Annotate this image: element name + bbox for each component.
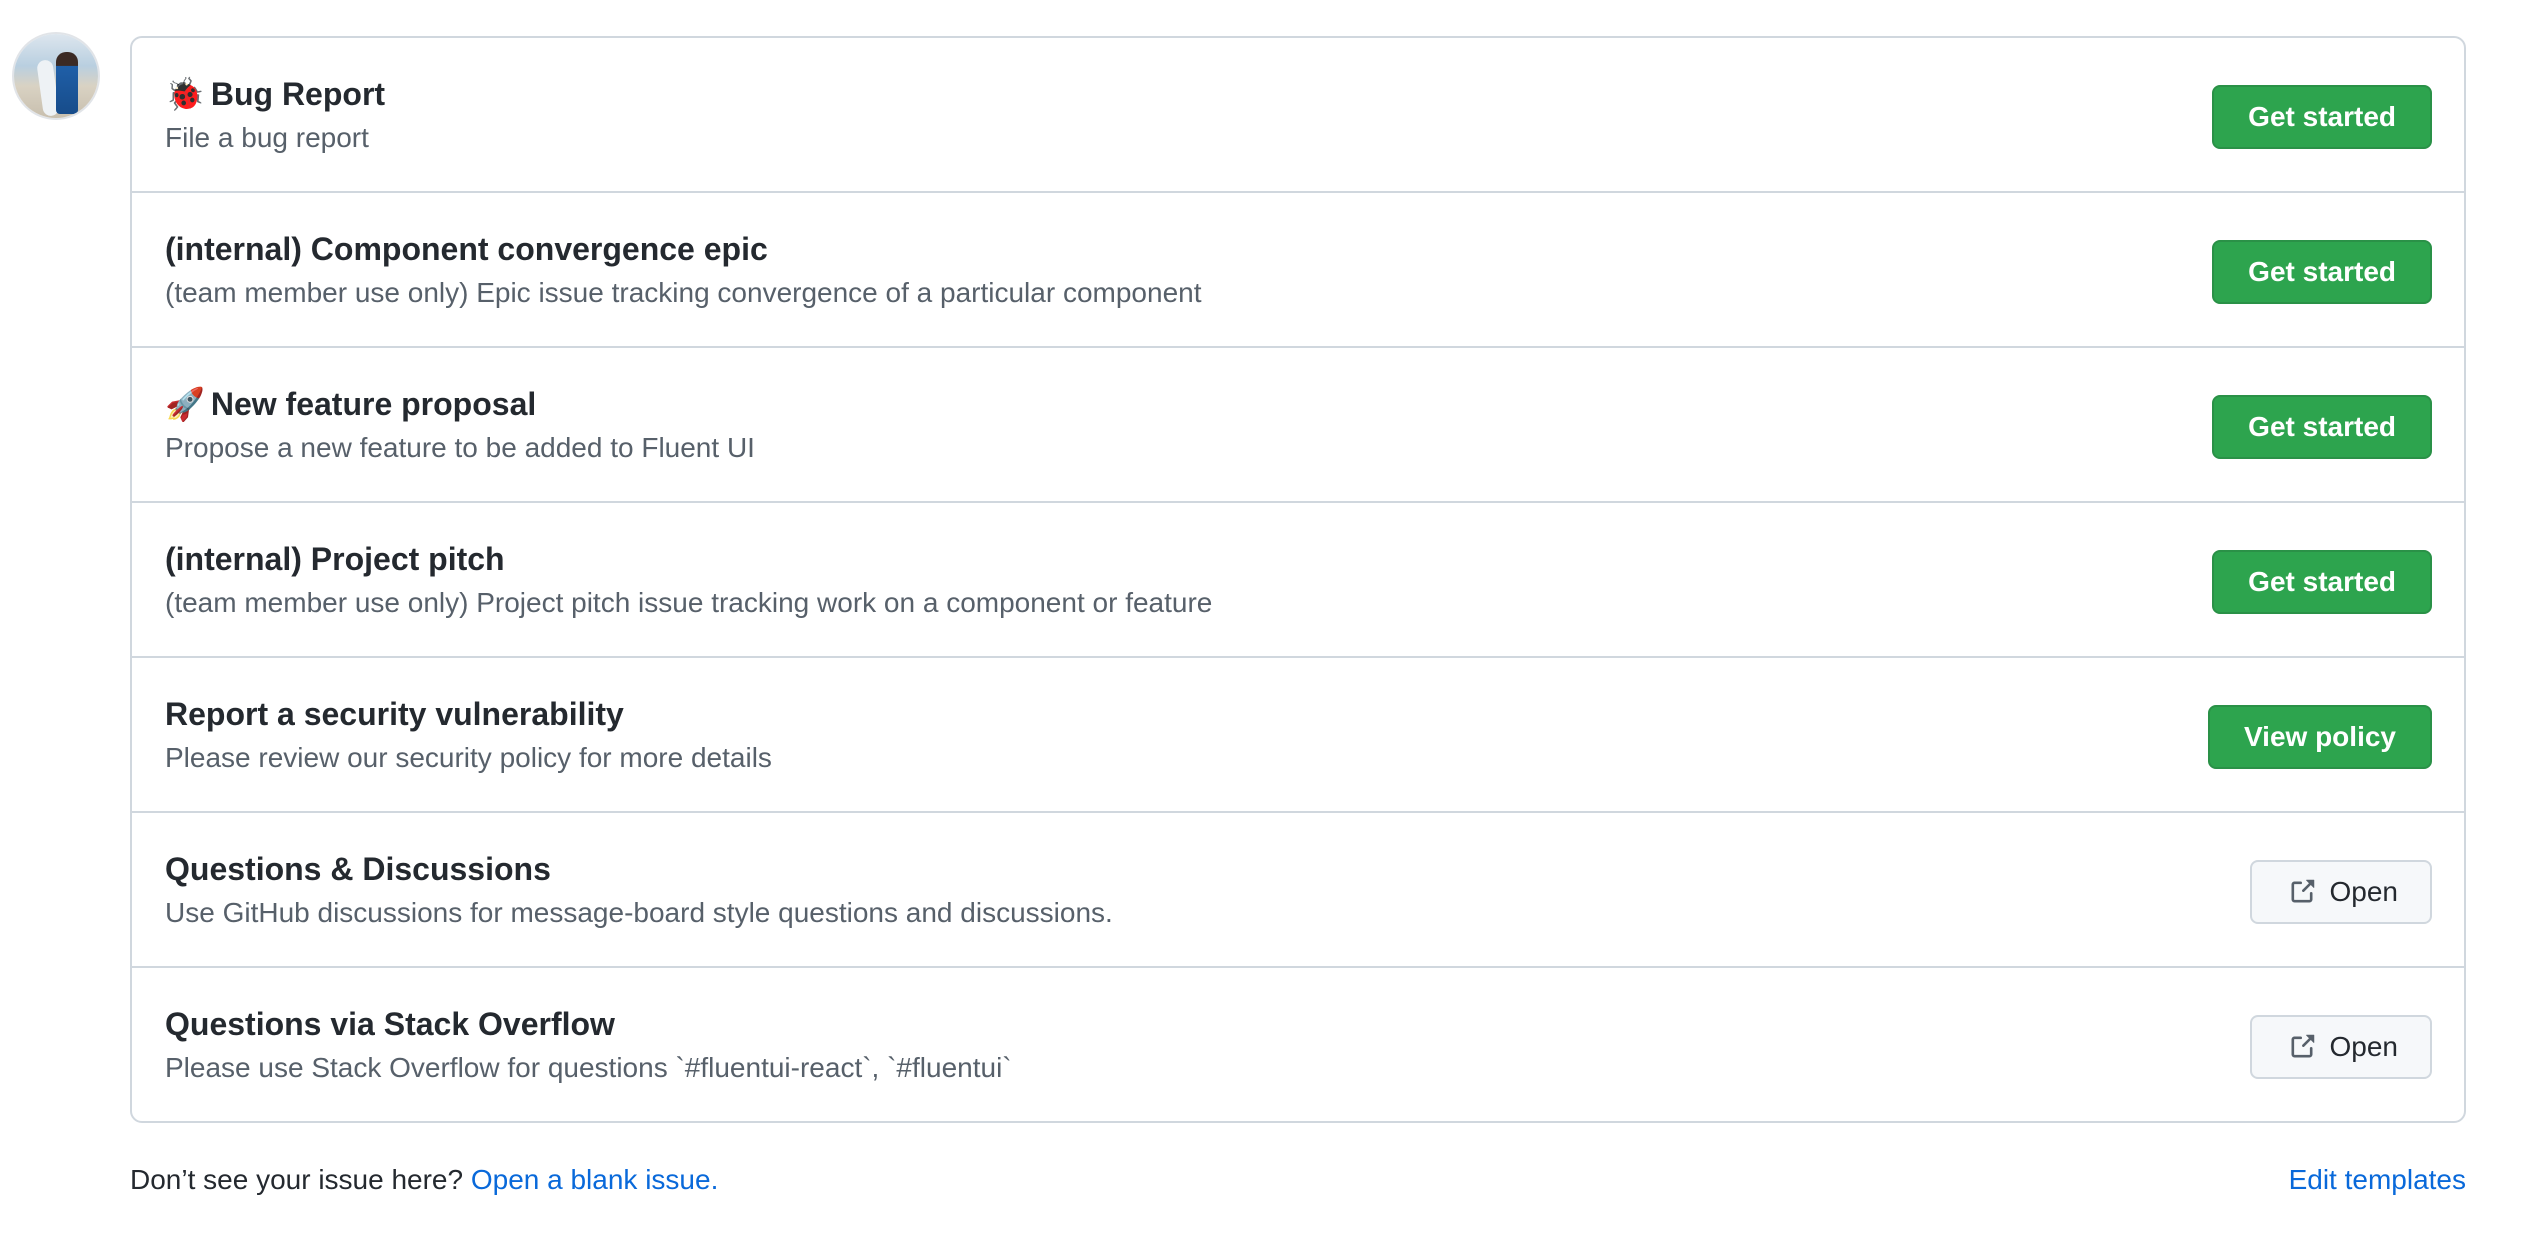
open-discussions-button[interactable]: Open [2249,860,2432,924]
ladybug-emoji-icon: 🐞 [165,76,205,112]
open-button-label: Open [2329,1031,2399,1062]
template-row-new-feature-proposal: 🚀 New feature proposal Propose a new feat… [132,346,2464,501]
template-list: 🐞 Bug Report File a bug report Get starte… [130,36,2466,1123]
open-stack-overflow-button[interactable]: Open [2249,1015,2432,1079]
get-started-button[interactable]: Get started [2212,240,2432,304]
template-footer: Don’t see your issue here? Open a blank … [130,1162,2466,1198]
footer-prompt: Don’t see your issue here? [130,1164,464,1195]
edit-templates-link[interactable]: Edit templates [2289,1162,2466,1198]
template-description: (team member use only) Project pitch iss… [165,587,1213,618]
get-started-button[interactable]: Get started [2212,550,2432,614]
get-started-button[interactable]: Get started [2212,395,2432,459]
template-title: (internal) Project pitch [165,541,505,577]
template-description: Please review our security policy for mo… [165,742,772,773]
issue-template-chooser: 🐞 Bug Report File a bug report Get starte… [0,0,2534,1246]
avatar-photo-person [56,52,78,114]
template-row-project-pitch: (internal) Project pitch (team member us… [132,501,2464,656]
open-button-label: Open [2329,876,2399,907]
open-blank-issue-link[interactable]: Open a blank issue. [471,1164,719,1195]
template-row-stack-overflow: Questions via Stack Overflow Please use … [132,966,2464,1121]
template-description: Propose a new feature to be added to Flu… [165,432,755,463]
rocket-emoji-icon: 🚀 [165,386,205,422]
template-title: 🚀 New feature proposal [165,386,537,422]
template-row-questions-discussions: Questions & Discussions Use GitHub discu… [132,811,2464,966]
template-row-bug-report: 🐞 Bug Report File a bug report Get starte… [132,38,2464,191]
template-description: Use GitHub discussions for message-board… [165,897,1113,928]
template-description: (team member use only) Epic issue tracki… [165,277,1202,308]
get-started-button[interactable]: Get started [2212,85,2432,149]
template-title: (internal) Component convergence epic [165,231,768,267]
template-description: Please use Stack Overflow for questions … [165,1052,1012,1083]
link-external-icon [2291,879,2314,903]
view-policy-button[interactable]: View policy [2208,705,2432,769]
user-avatar[interactable] [14,34,98,118]
template-row-component-convergence-epic: (internal) Component convergence epic (t… [132,191,2464,346]
template-row-security-vulnerability: Report a security vulnerability Please r… [132,656,2464,811]
template-title: Questions via Stack Overflow [165,1006,615,1042]
template-title: Report a security vulnerability [165,696,624,732]
template-title: Questions & Discussions [165,851,551,887]
template-title: 🐞 Bug Report [165,76,386,112]
template-description: File a bug report [165,122,369,153]
link-external-icon [2291,1034,2314,1058]
